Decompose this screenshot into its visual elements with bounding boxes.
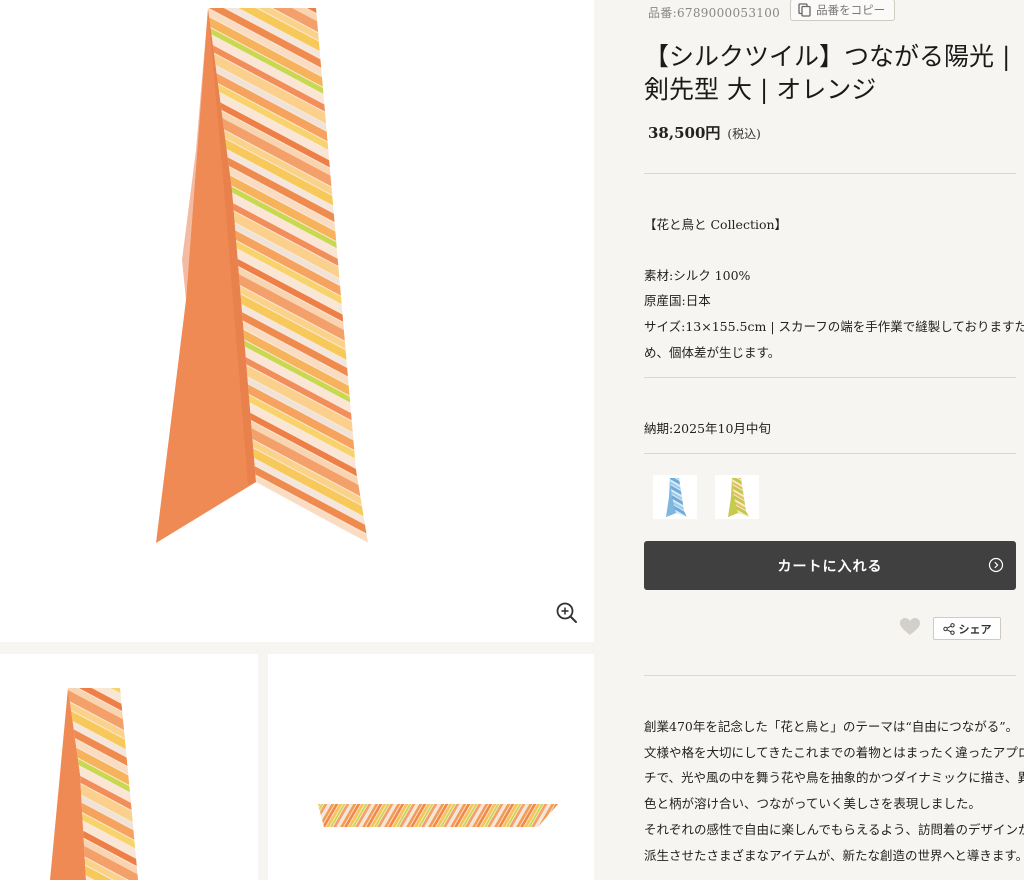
size-spec-line-2: め、個体差が生じます。 xyxy=(644,345,781,360)
size-spec-line-1: サイズ:13×155.5cm | スカーフの端を手作業で縫製しておりますた xyxy=(644,319,1024,334)
product-image-thumbnail-1[interactable] xyxy=(0,654,258,880)
title-line-2: 剣先型 大 | オレンジ xyxy=(644,75,877,104)
description-line: チで、光や風の中を舞う花や鳥を抽象的かつダイナミックに描き、異なる xyxy=(644,770,1024,785)
zoom-in-icon[interactable] xyxy=(554,600,580,626)
title-line-1: 【シルクツイル】つながる陽光 | xyxy=(644,42,1011,71)
copy-icon xyxy=(798,3,811,17)
product-image-thumbnail-2[interactable] xyxy=(268,654,594,880)
sku-number: 品番:6789000053100 xyxy=(648,5,781,20)
price: 38,500円 xyxy=(648,124,721,142)
sku-row: 品番:6789000053100 品番をコピー xyxy=(648,0,896,24)
add-to-cart-button[interactable]: カートに入れる xyxy=(644,541,1016,590)
divider xyxy=(644,173,1016,174)
divider xyxy=(644,453,1016,454)
share-button[interactable]: シェア xyxy=(933,617,1001,640)
origin-spec: 原産国:日本 xyxy=(644,293,711,308)
description-line: 色と柄が溶け合い、つながっていく美しさを表現しました。 xyxy=(644,796,981,811)
divider xyxy=(644,377,1016,378)
share-label: シェア xyxy=(958,622,992,636)
description-line: 派生させたさまざまなアイテムが、新たな創造の世界へと導きます。 xyxy=(644,848,1024,863)
tax-note: (税込) xyxy=(727,127,761,141)
material-spec: 素材:シルク 100% xyxy=(644,268,751,283)
collection-name: 【花と鳥と Collection】 xyxy=(644,217,788,232)
copy-sku-label: 品番をコピー xyxy=(816,3,886,17)
main-product-image[interactable] xyxy=(0,0,594,642)
description-line: それぞれの感性で自由に楽しんでもらえるよう、訪問着のデザインから xyxy=(644,822,1024,837)
scarf-illustration xyxy=(156,8,368,543)
circle-arrow-icon xyxy=(988,557,1004,573)
product-info-panel: 品番:6789000053100 品番をコピー 【シルクツイル】つながる陽光 |… xyxy=(644,0,1024,880)
color-variants xyxy=(653,475,759,519)
blue-scarf-thumbnail xyxy=(666,478,687,517)
copy-sku-button[interactable]: 品番をコピー xyxy=(790,0,896,21)
add-to-cart-label: カートに入れる xyxy=(777,558,883,575)
scarf-flat-illustration xyxy=(318,804,558,827)
color-swatch-blue[interactable] xyxy=(653,475,697,519)
divider xyxy=(644,675,1016,676)
color-swatch-yellow-green[interactable] xyxy=(715,475,759,519)
scarf-closeup-illustration xyxy=(50,688,138,880)
price-row: 38,500円 (税込) xyxy=(648,122,761,143)
description-line: 文様や格を大切にしてきたこれまでの着物とはまったく違ったアプロー xyxy=(644,745,1024,760)
share-icon xyxy=(942,622,955,635)
product-title: 【シルクツイル】つながる陽光 | 剣先型 大 | オレンジ xyxy=(644,40,1014,106)
description-line: 創業470年を記念した「花と鳥と」のテーマは“自由につながる”。 xyxy=(644,719,1019,734)
heart-icon xyxy=(900,618,920,635)
favorite-button[interactable] xyxy=(899,617,921,641)
yellow-green-scarf-thumbnail xyxy=(728,478,749,517)
delivery-date: 納期:2025年10月中旬 xyxy=(644,421,771,436)
